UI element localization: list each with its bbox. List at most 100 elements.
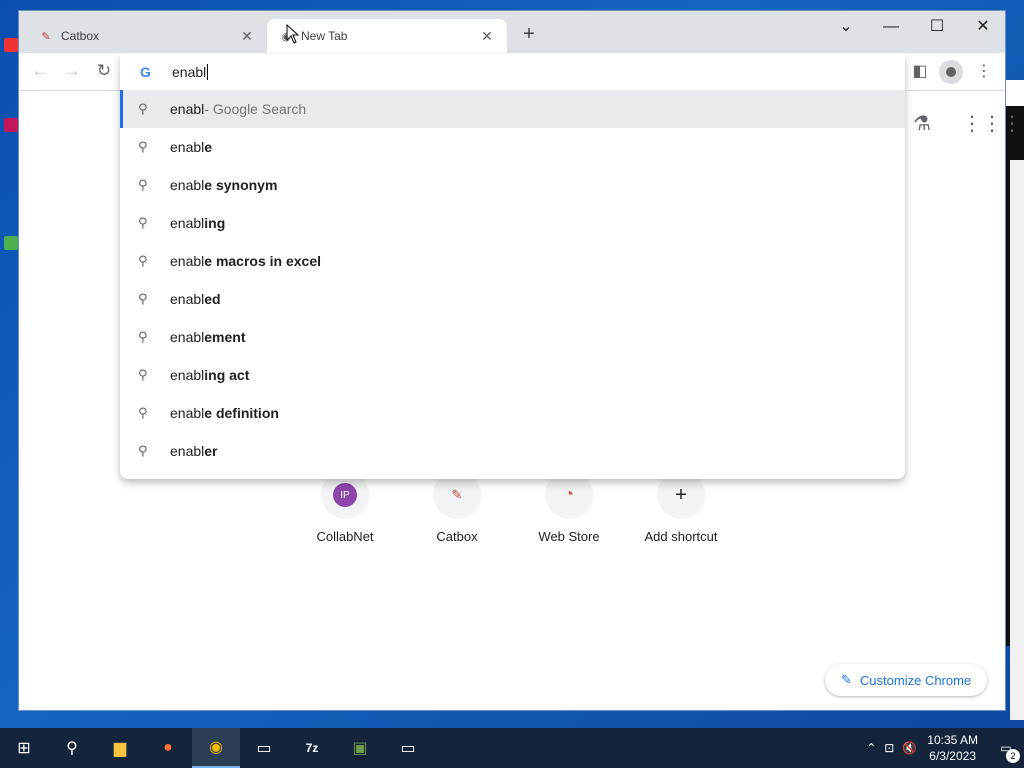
suggestion-completion: e: [204, 139, 213, 155]
tab-title: New Tab: [301, 29, 348, 43]
suggestion-prefix: enabl: [170, 215, 205, 231]
notification-count: 2: [1006, 749, 1020, 763]
suggestion-item[interactable]: ⚲ enabl ing act: [120, 356, 905, 394]
background-window: [1005, 80, 1024, 720]
chrome-window: ✎ Catbox ✕ ◉ New Tab ✕ + ⌄ — ☐ ✕ ← → ↻ ◧…: [18, 10, 1022, 711]
tab-catbox[interactable]: ✎ Catbox ✕: [27, 19, 267, 53]
7zip-icon[interactable]: 7z: [288, 728, 336, 768]
firefox-icon[interactable]: ●: [144, 728, 192, 768]
address-bar[interactable]: G enabl: [120, 54, 905, 90]
address-input-value[interactable]: enabl: [172, 64, 206, 80]
desktop-icon-1[interactable]: [4, 38, 18, 54]
app-icon[interactable]: ▣: [336, 728, 384, 768]
suggestion-item[interactable]: ⚲ enabl ement: [120, 318, 905, 356]
search-icon: ⚲: [138, 329, 148, 344]
clock-time: 10:35 AM: [927, 733, 978, 747]
taskbar: ⊞ ⚲ ▆ ● ◉ ▭ 7z ▣ ▭ ⌃ ⊡ 🔇 10:35 AM 6/3/20…: [0, 728, 1024, 768]
suggestion-item[interactable]: ⚲ enabl e synonym: [120, 166, 905, 204]
suggestion-item[interactable]: ⚲ enabl e definition: [120, 394, 905, 432]
customize-label: Customize Chrome: [859, 672, 972, 688]
shortcut-web-store[interactable]: ◔ Web Store: [513, 471, 625, 544]
plus-icon: +: [675, 483, 687, 506]
suggestion-completion: ing act: [204, 367, 250, 383]
mouse-cursor-icon: [286, 24, 300, 44]
maximize-button[interactable]: ☐: [915, 15, 959, 39]
suggestion-prefix: enabl: [170, 329, 205, 345]
terminal-2-icon[interactable]: ▭: [384, 728, 432, 768]
file-explorer-icon[interactable]: ▆: [96, 728, 144, 768]
minimize-button[interactable]: —: [869, 15, 913, 39]
search-icon: ⚲: [138, 405, 148, 420]
suggestion-completion: ement: [204, 329, 246, 345]
catbox-icon: ✎: [451, 487, 463, 502]
search-icon[interactable]: ⚲: [48, 728, 96, 768]
suggestion-prefix: enabl: [170, 177, 205, 193]
suggestion-item[interactable]: ⚲ enabl ing: [120, 204, 905, 242]
suggestion-list: ⚲ enabl - Google Search ⚲ enabl e ⚲ enabl e …: [120, 90, 905, 470]
notification-center[interactable]: ▭ 2: [988, 741, 1024, 763]
desktop-icon-3[interactable]: [4, 236, 18, 252]
suggestion-suffix: - Google Search: [204, 101, 307, 117]
suggestion-completion: ed: [204, 291, 221, 307]
tab-search-icon[interactable]: ⌄: [824, 15, 868, 39]
search-icon: ⚲: [138, 101, 148, 116]
desktop-icon-2[interactable]: [4, 118, 18, 134]
system-tray: ⌃ ⊡ 🔇 10:35 AM 6/3/2023 ▭ 2: [866, 728, 1024, 768]
close-icon[interactable]: ✕: [479, 28, 495, 45]
tab-title: Catbox: [61, 29, 100, 43]
suggestion-item[interactable]: ⚲ enabl e macros in excel: [120, 242, 905, 280]
suggestion-completion: e definition: [204, 405, 279, 421]
windows-start-icon[interactable]: ⊞: [0, 728, 48, 768]
clock-date: 6/3/2023: [929, 749, 976, 763]
search-icon: ⚲: [138, 139, 148, 154]
profile-avatar[interactable]: [939, 60, 963, 84]
new-tab-button[interactable]: +: [517, 23, 541, 46]
ip-badge-icon: IP: [333, 483, 357, 507]
close-icon[interactable]: ✕: [239, 28, 255, 45]
network-icon[interactable]: ⊡: [884, 741, 894, 755]
chrome-icon[interactable]: ◉: [192, 728, 240, 768]
forward-arrow-icon[interactable]: →: [61, 61, 83, 81]
labs-flask-icon[interactable]: ⚗: [913, 111, 931, 136]
suggestion-prefix: enabl: [170, 139, 205, 155]
suggestion-prefix: enabl: [170, 367, 205, 383]
shortcut-add[interactable]: + Add shortcut: [625, 471, 737, 544]
background-scrollbar[interactable]: [1010, 160, 1024, 720]
suggestion-prefix: enabl: [170, 101, 205, 117]
clock[interactable]: 10:35 AM 6/3/2023: [927, 732, 978, 764]
shortcut-label: Add shortcut: [644, 529, 718, 544]
reload-icon[interactable]: ↻: [93, 61, 115, 81]
menu-icon[interactable]: ⋮: [973, 61, 995, 81]
google-icon: G: [140, 64, 151, 80]
search-icon: ⚲: [138, 291, 148, 306]
tab-new-tab[interactable]: ◉ New Tab ✕: [267, 19, 507, 53]
catbox-favicon-icon: ✎: [41, 30, 51, 43]
shortcut-collabnet[interactable]: IP CollabNet: [289, 471, 401, 544]
search-icon: ⚲: [138, 367, 148, 382]
shortcut-catbox[interactable]: ✎ Catbox: [401, 471, 513, 544]
volume-muted-icon[interactable]: 🔇: [902, 741, 917, 755]
shortcut-label: Web Store: [538, 529, 600, 544]
tab-strip: ✎ Catbox ✕ ◉ New Tab ✕ + ⌄ — ☐ ✕: [19, 11, 1005, 53]
side-panel-icon[interactable]: ◧: [909, 61, 931, 81]
shortcut-label: Catbox: [436, 529, 478, 544]
suggestion-completion: er: [204, 443, 218, 459]
omnibox-dropdown: G enabl ⚲ enabl - Google Search ⚲ enabl e ⚲…: [120, 54, 905, 479]
customize-chrome-button[interactable]: ✎ Customize Chrome: [825, 664, 988, 696]
suggestion-item[interactable]: ⚲ enabl er: [120, 432, 905, 470]
suggestion-completion: ing: [204, 215, 226, 231]
suggestion-item[interactable]: ⚲ enabl - Google Search: [120, 90, 905, 128]
suggestion-item[interactable]: ⚲ enabl ed: [120, 280, 905, 318]
suggestion-completion: e synonym: [204, 177, 278, 193]
suggestion-prefix: enabl: [170, 443, 205, 459]
chevron-up-icon[interactable]: ⌃: [866, 741, 876, 755]
pencil-icon: ✎: [841, 672, 852, 687]
suggestion-completion: e macros in excel: [204, 253, 322, 269]
back-arrow-icon[interactable]: ←: [29, 61, 51, 81]
close-window-button[interactable]: ✕: [961, 15, 1005, 39]
suggestion-prefix: enabl: [170, 253, 205, 269]
apps-grid-icon[interactable]: ⋮⋮⋮: [962, 111, 1022, 136]
terminal-icon[interactable]: ▭: [240, 728, 288, 768]
suggestion-item[interactable]: ⚲ enabl e: [120, 128, 905, 166]
suggestion-prefix: enabl: [170, 291, 205, 307]
